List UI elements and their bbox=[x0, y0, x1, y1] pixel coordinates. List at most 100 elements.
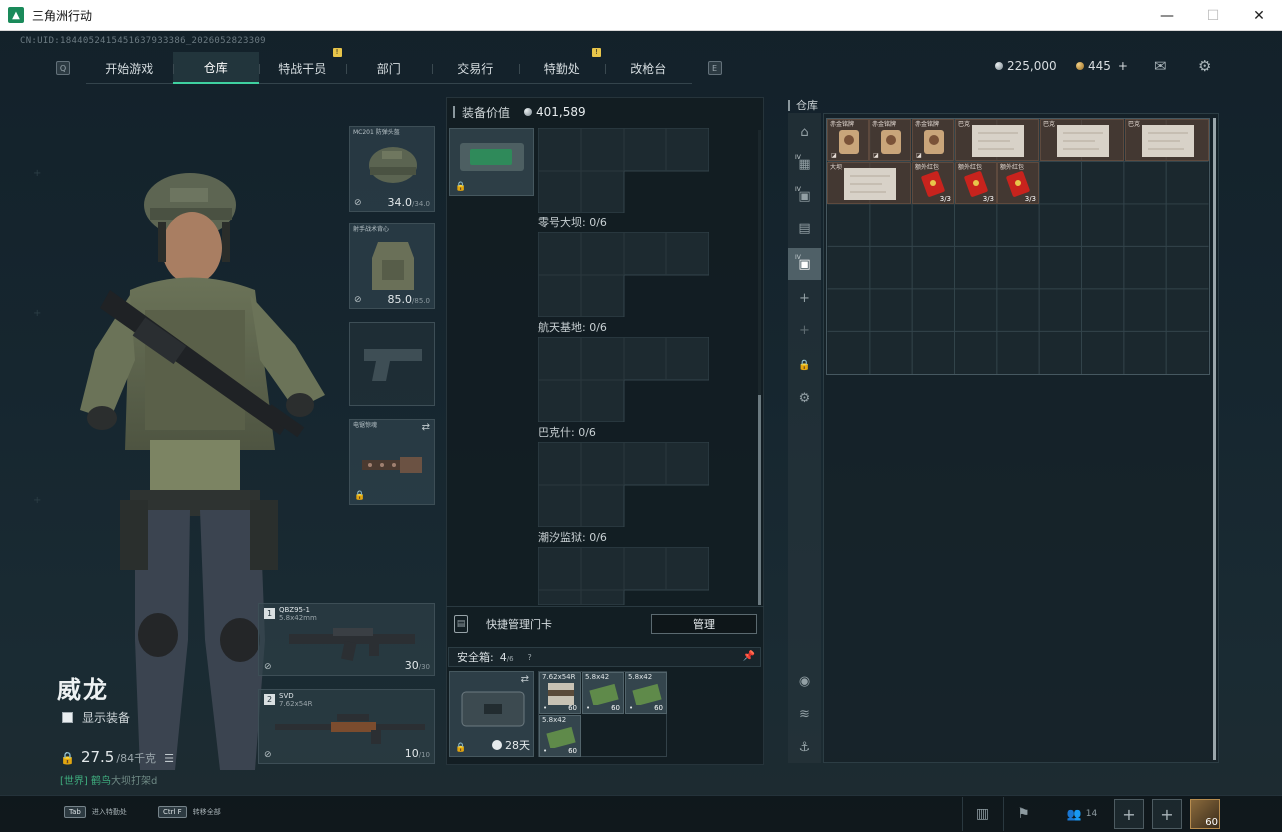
settings-gear-icon[interactable]: ⚙ bbox=[1198, 57, 1211, 75]
warehouse-item[interactable]: 额外红包 3/3 bbox=[997, 162, 1039, 204]
tier-label: IV bbox=[795, 186, 801, 193]
invite-slot-button[interactable]: + bbox=[1152, 799, 1182, 829]
gold-currency[interactable]: 445 + bbox=[1076, 59, 1128, 73]
maximize-button[interactable]: ☐ bbox=[1190, 0, 1236, 31]
warehouse-ext-tab-4[interactable]: IV ▣ bbox=[788, 248, 821, 280]
keycard-case[interactable]: 🔒 bbox=[449, 128, 534, 196]
tab-special-ops[interactable]: 特勤处! bbox=[518, 48, 606, 84]
add-storage-button-disabled[interactable]: + bbox=[788, 314, 821, 346]
layers-button[interactable]: ≋ bbox=[788, 698, 821, 730]
warehouse-item[interactable]: 大坝 bbox=[827, 162, 911, 204]
flag-icon[interactable]: ⚑ bbox=[1003, 797, 1043, 831]
equipment-value: 401,589 bbox=[524, 105, 586, 119]
warehouse-item[interactable]: 赤金铭牌 ◪ bbox=[827, 119, 869, 161]
ammo-max: /10 bbox=[418, 751, 430, 759]
ammo-item[interactable]: 5.8x42 • 60 bbox=[625, 672, 667, 714]
transfer-all-hint[interactable]: Ctrl F 转移全部 bbox=[158, 806, 221, 818]
ammo-item[interactable]: 7.62x54R • 60 bbox=[539, 672, 581, 714]
user-uid: CN:UID:1844052415451637933386_2026052823… bbox=[20, 36, 266, 46]
item-label: 大坝 bbox=[830, 164, 843, 171]
add-gold-button[interactable]: + bbox=[1118, 59, 1128, 73]
warehouse-item[interactable]: 巴克 bbox=[1040, 119, 1124, 161]
invite-slot-button[interactable]: + bbox=[1114, 799, 1144, 829]
mail-icon[interactable]: ✉ bbox=[1154, 57, 1167, 75]
warehouse-scrollbar[interactable] bbox=[1213, 118, 1216, 760]
plus-icon: + bbox=[799, 322, 810, 338]
show-gear-checkbox[interactable] bbox=[62, 712, 73, 723]
warehouse-item[interactable]: 巴克 bbox=[1125, 119, 1209, 161]
warehouse-ext-tab-3[interactable]: ▤ bbox=[788, 212, 821, 244]
map-keycard-grid[interactable] bbox=[538, 442, 709, 527]
ammo-label: 7.62x54R bbox=[542, 673, 576, 681]
primary-weapon-slot[interactable]: 1 QBZ95-1 5.8x42mm ⊘ 30/30 bbox=[258, 603, 435, 676]
chainsaw-icon bbox=[362, 457, 422, 473]
quick-sort-button[interactable]: ◉ bbox=[788, 665, 821, 697]
warehouse-item[interactable]: 赤金铭牌 ◪ bbox=[869, 119, 911, 161]
tab-operators[interactable]: 特战干员! bbox=[259, 48, 346, 84]
warehouse-settings-button[interactable]: ⚙ bbox=[788, 382, 821, 414]
manage-button[interactable]: 管理 bbox=[651, 614, 757, 634]
add-storage-button[interactable]: + bbox=[788, 282, 821, 314]
ammo-item[interactable]: 5.8x42 • 60 bbox=[582, 672, 624, 714]
map-keycard-grid[interactable] bbox=[538, 232, 709, 317]
pin-icon[interactable]: 📌 bbox=[743, 651, 755, 662]
help-icon[interactable]: ? bbox=[528, 653, 532, 662]
secondary-weapon-slot[interactable]: 2 SVD 7.62x54R ⊘ 10/10 bbox=[258, 689, 435, 764]
swap-icon[interactable]: ⇄ bbox=[521, 674, 529, 685]
warehouse-ext-tab-2[interactable]: IV ▣ bbox=[788, 180, 821, 212]
equipment-scrollbar[interactable] bbox=[758, 130, 761, 605]
no-repair-icon: ⊘ bbox=[264, 750, 272, 760]
player-level: 60 bbox=[1205, 817, 1218, 828]
player-avatar[interactable]: 60 bbox=[1190, 799, 1220, 829]
nav-prev-key[interactable]: Q bbox=[56, 61, 70, 75]
rifle-icon bbox=[289, 628, 415, 662]
slot-number: 1 bbox=[264, 608, 275, 619]
warehouse-item[interactable]: 额外红包 3/3 bbox=[912, 162, 954, 204]
warehouse-item[interactable]: 巴克 bbox=[955, 119, 1039, 161]
weight-icon: 🔒 bbox=[60, 751, 75, 765]
pistol-silhouette-icon bbox=[364, 349, 422, 381]
map-keycard-grid[interactable] bbox=[538, 337, 709, 422]
warehouse-item[interactable]: 赤金铭牌 ◪ bbox=[912, 119, 954, 161]
transfer-button[interactable]: ⚓ bbox=[788, 731, 821, 763]
nav-next-key[interactable]: E bbox=[707, 61, 722, 75]
minimize-button[interactable]: — bbox=[1144, 0, 1190, 31]
item-quantity: 3/3 bbox=[1024, 195, 1036, 203]
tab-gunsmith[interactable]: 改枪台 bbox=[605, 52, 692, 84]
ammo-item[interactable]: 5.8x42 • 60 bbox=[539, 715, 581, 757]
pistol-slot[interactable] bbox=[349, 322, 435, 406]
armor-slot[interactable]: 射手战术背心 ⊘ 85.0/85.0 bbox=[349, 223, 435, 309]
helmet-slot[interactable]: MC201 防弹头盔 ⊘ 34.0/34.0 bbox=[349, 126, 435, 212]
no-repair-icon: ⊘ bbox=[354, 295, 362, 305]
tab-warehouse[interactable]: 仓库 bbox=[172, 52, 259, 84]
warehouse-ext-tab-1[interactable]: IV ▦ bbox=[788, 148, 821, 180]
close-button[interactable]: ✕ bbox=[1236, 0, 1282, 31]
show-gear-toggle[interactable]: 显示装备 bbox=[62, 709, 130, 726]
scrollbar-thumb[interactable] bbox=[758, 395, 761, 605]
swap-icon[interactable]: ⇄ bbox=[422, 422, 430, 433]
melee-slot[interactable]: 电锯惊魂 ⇄ 🔒 bbox=[349, 419, 435, 505]
ammo-box-icon bbox=[546, 726, 576, 748]
top-navigation: Q 开始游戏 仓库 特战干员! 部门 交易行 特勤处! 改枪台 E bbox=[56, 48, 722, 84]
tab-label: 交易行 bbox=[457, 61, 494, 76]
hint-label: 进入特勤处 bbox=[91, 808, 127, 816]
weight-details-icon[interactable]: ☰ bbox=[164, 752, 174, 765]
safe-case-label: 安全箱: bbox=[457, 651, 494, 664]
safe-case-slot[interactable]: ⇄ 🔒 28天 bbox=[449, 671, 534, 757]
no-repair-icon: ⊘ bbox=[354, 198, 362, 208]
safe-case-grid[interactable]: 7.62x54R • 60 5.8x42 • 60 5.8x42 • 60 5.… bbox=[538, 671, 667, 757]
warehouse-main-tab[interactable]: ⌂ bbox=[788, 116, 821, 148]
lock-toggle-button[interactable]: 🔒 bbox=[788, 349, 821, 381]
tab-department[interactable]: 部门 bbox=[345, 52, 433, 84]
map-keycard-grid[interactable] bbox=[538, 547, 709, 605]
stats-chart-icon[interactable]: ▥ bbox=[962, 797, 1002, 831]
tab-trading[interactable]: 交易行 bbox=[432, 52, 519, 84]
special-ops-hint[interactable]: Tab 进入特勤处 bbox=[64, 806, 127, 818]
warehouse-item[interactable]: 额外红包 3/3 bbox=[955, 162, 997, 204]
map-keycard-grid[interactable] bbox=[538, 128, 709, 213]
chat-preview[interactable]: [世界] 鹤鸟大坝打架d bbox=[60, 772, 157, 787]
item-quantity: 3/3 bbox=[982, 195, 994, 203]
tab-start-game[interactable]: 开始游戏 bbox=[86, 52, 173, 84]
friends-button[interactable]: 👥 14 bbox=[1048, 797, 1116, 831]
keycard-icon: ▤ bbox=[454, 614, 468, 633]
